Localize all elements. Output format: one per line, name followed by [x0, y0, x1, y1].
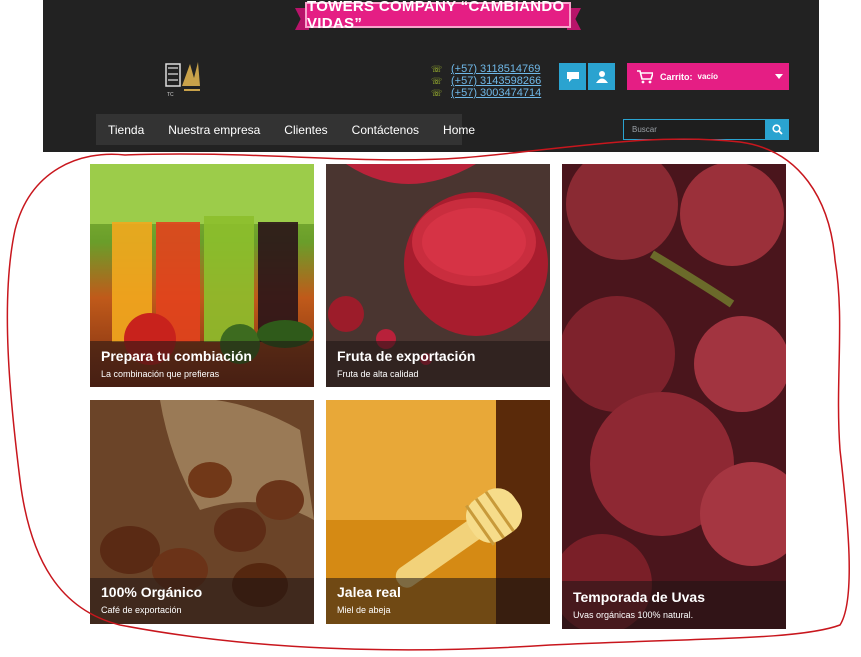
- nav-item-contactenos[interactable]: Contáctenos: [352, 123, 419, 137]
- tile-title: 100% Orgánico: [101, 584, 203, 600]
- tile-title: Fruta de exportación: [337, 348, 476, 364]
- main-nav: Tienda Nuestra empresa Clientes Contácte…: [96, 114, 475, 145]
- tile-organic[interactable]: 100% Orgánico Café de exportación: [90, 400, 314, 624]
- tile-title: Jalea real: [337, 584, 401, 600]
- cart-label: Carrito:: [660, 71, 693, 82]
- tile-combination[interactable]: Prepara tu combiación La combinación que…: [90, 164, 314, 387]
- phone-link[interactable]: (+57) 3143598266: [451, 75, 541, 87]
- site-logo[interactable]: TC: [164, 56, 204, 98]
- chevron-down-icon[interactable]: [775, 74, 783, 79]
- tile-subtitle: La combinación que prefieras: [101, 369, 220, 379]
- phone-item: ☏ (+57) 3118514769: [431, 63, 541, 75]
- search-button[interactable]: [765, 119, 789, 140]
- phone-icon: ☏: [431, 76, 443, 86]
- nav-item-tienda[interactable]: Tienda: [108, 123, 144, 137]
- chat-button[interactable]: [559, 63, 586, 90]
- phone-icon: ☏: [431, 88, 443, 98]
- account-button[interactable]: [588, 63, 615, 90]
- banner-text: TOWERS COMPANY “CAMBIANDO VIDAS”: [307, 0, 565, 32]
- cart-value: vacío: [697, 72, 718, 81]
- cart-button[interactable]: Carrito: vacío: [627, 63, 789, 90]
- tile-export-fruit[interactable]: Fruta de exportación Fruta de alta calid…: [326, 164, 550, 387]
- grapes-image: [562, 164, 786, 629]
- tile-subtitle: Fruta de alta calidad: [337, 369, 419, 379]
- tile-title: Temporada de Uvas: [573, 589, 706, 605]
- chat-icon: [566, 71, 579, 82]
- tile-subtitle: Miel de abeja: [337, 605, 391, 615]
- phone-link[interactable]: (+57) 3003474714: [451, 87, 541, 99]
- phone-item: ☏ (+57) 3003474714: [431, 87, 541, 99]
- search-icon: [771, 124, 783, 135]
- nav-item-home[interactable]: Home: [443, 123, 475, 137]
- tile-subtitle: Uvas orgánicas 100% natural.: [573, 610, 694, 620]
- banner-ribbon: TOWERS COMPANY “CAMBIANDO VIDAS”: [295, 0, 581, 32]
- cart-icon: [637, 69, 653, 83]
- site-header: TOWERS COMPANY “CAMBIANDO VIDAS” TC ☏ (+5…: [43, 0, 819, 152]
- phone-link[interactable]: (+57) 3118514769: [451, 63, 540, 75]
- user-icon: [595, 71, 608, 83]
- nav-item-nuestra-empresa[interactable]: Nuestra empresa: [168, 123, 260, 137]
- svg-text:TC: TC: [167, 92, 174, 98]
- tile-grapes[interactable]: Temporada de Uvas Uvas orgánicas 100% na…: [562, 164, 786, 629]
- search-input[interactable]: [623, 119, 766, 140]
- phone-list: ☏ (+57) 3118514769 ☏ (+57) 3143598266 ☏ (+5…: [431, 63, 541, 99]
- tile-royal-jelly[interactable]: Jalea real Miel de abeja: [326, 400, 550, 624]
- tile-title: Prepara tu combiación: [101, 348, 252, 364]
- tile-subtitle: Café de exportación: [101, 605, 182, 615]
- phone-item: ☏ (+57) 3143598266: [431, 75, 541, 87]
- nav-item-clientes[interactable]: Clientes: [284, 123, 327, 137]
- phone-icon: ☏: [431, 64, 443, 74]
